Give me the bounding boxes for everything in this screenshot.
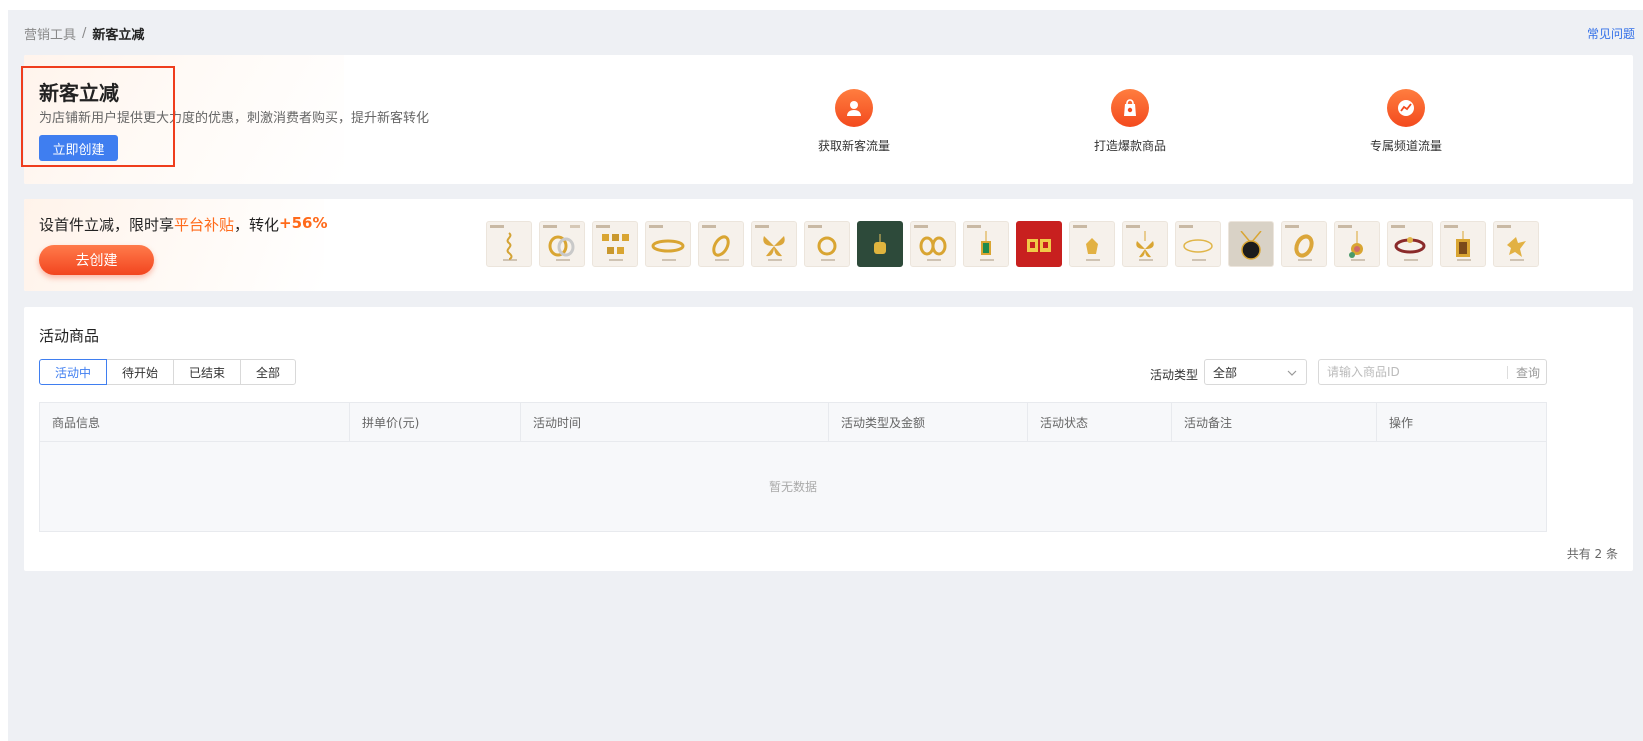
ring-icon[interactable] [804,221,850,267]
status-tabs: 活动中 待开始 已结束 全部 [39,359,297,385]
user-icon [835,89,873,127]
breadcrumb-separator: / [82,26,87,41]
ring-icon[interactable] [698,221,744,267]
earring-icon[interactable] [910,221,956,267]
annotation-highlight-box [21,66,175,167]
product-thumbnail-strip [486,221,1539,267]
bracelet-icon[interactable] [645,221,691,267]
total-count: 共有 2 条 [1566,547,1618,561]
promo-conversion-boost: +56% [279,214,328,232]
feature-label: 专属频道流量 [1369,139,1442,153]
snake-pendant-icon[interactable] [486,221,532,267]
feature-channel-traffic: 专属频道流量 [1346,89,1466,154]
ring-pair-icon[interactable] [539,221,585,267]
table-body: 暂无数据 [40,442,1546,531]
activity-type-select[interactable]: 全部 [1204,359,1307,385]
flower-pendant-icon[interactable] [1334,221,1380,267]
chevron-down-icon [1287,367,1297,381]
shopping-bag-icon [1111,89,1149,127]
tab-active[interactable]: 活动中 [39,359,108,385]
tab-all[interactable]: 全部 [240,359,297,385]
breadcrumb-parent[interactable]: 营销工具 [24,24,76,43]
emerald-pendant-icon[interactable] [963,221,1009,267]
gold-bar-icon[interactable] [1016,221,1062,267]
butterfly-pendant-icon[interactable] [751,221,797,267]
activity-type-value: 全部 [1213,365,1238,380]
column-header: 活动状态 [1027,403,1171,441]
breadcrumb: 营销工具 / 新客立减 [24,24,144,43]
promo-banner: 设首件立减，限时享 平台补贴 ，转化 +56% 去创建 [24,199,1633,291]
column-header: 操作 [1376,403,1546,441]
feature-label: 获取新客流量 [817,139,890,153]
feature-hot-product: 打造爆款商品 [1070,89,1190,154]
table-header: 商品信息 拼单价(元) 活动时间 活动类型及金额 活动状态 活动备注 操作 [40,403,1546,442]
bird-pendant-icon[interactable] [1493,221,1539,267]
faq-link[interactable]: 常见问题 [1587,25,1635,42]
feature-label: 打造爆款商品 [1093,139,1166,153]
promo-title-text: 设首件立减，限时享 [39,216,175,234]
promo-title-highlight: 平台补贴 [174,216,235,234]
tab-ended[interactable]: 已结束 [173,359,242,385]
column-header: 拼单价(元) [349,403,520,441]
tab-upcoming[interactable]: 待开始 [106,359,175,385]
trend-icon [1387,89,1425,127]
gold-ornament-icon[interactable] [1069,221,1115,267]
column-header: 活动备注 [1171,403,1376,441]
framed-pendant-icon[interactable] [1440,221,1486,267]
ring-icon[interactable] [1281,221,1327,267]
page-background: 营销工具 / 新客立减 常见问题 新客立减 为店铺新用户提供更大力度的优惠，刺激… [8,10,1643,741]
hero-card: 新客立减 为店铺新用户提供更大力度的优惠，刺激消费者购买，提升新客转化 立即创建… [24,55,1633,184]
gold-bead-icon[interactable] [857,221,903,267]
activity-table: 商品信息 拼单价(元) 活动时间 活动类型及金额 活动状态 活动备注 操作 暂无… [39,402,1547,532]
butterfly-pendant-icon[interactable] [1122,221,1168,267]
column-header: 商品信息 [52,415,101,430]
go-create-button[interactable]: 去创建 [39,245,154,275]
feature-new-traffic: 获取新客流量 [794,89,914,154]
promo-title-text: ，转化 [234,216,280,234]
chain-bracelet-icon[interactable] [1175,221,1221,267]
onyx-pendant-icon[interactable] [1228,221,1274,267]
product-id-input[interactable] [1319,365,1507,379]
query-button[interactable]: 查询 [1508,364,1540,381]
section-title: 活动商品 [39,327,100,345]
charm-set-icon[interactable] [592,221,638,267]
breadcrumb-current: 新客立减 [92,28,145,43]
promo-title: 设首件立减，限时享 平台补贴 ，转化 +56% [39,214,328,235]
empty-state-text: 暂无数据 [768,480,817,494]
activity-products-card: 活动商品 活动中 待开始 已结束 全部 活动类型 全部 查询 商品信息 拼单价(… [24,307,1633,571]
bead-bracelet-icon[interactable] [1387,221,1433,267]
column-header: 活动类型及金额 [828,403,1027,441]
product-id-search: 查询 [1318,359,1547,385]
column-header: 活动时间 [520,403,828,441]
activity-type-label: 活动类型 [1150,368,1199,382]
